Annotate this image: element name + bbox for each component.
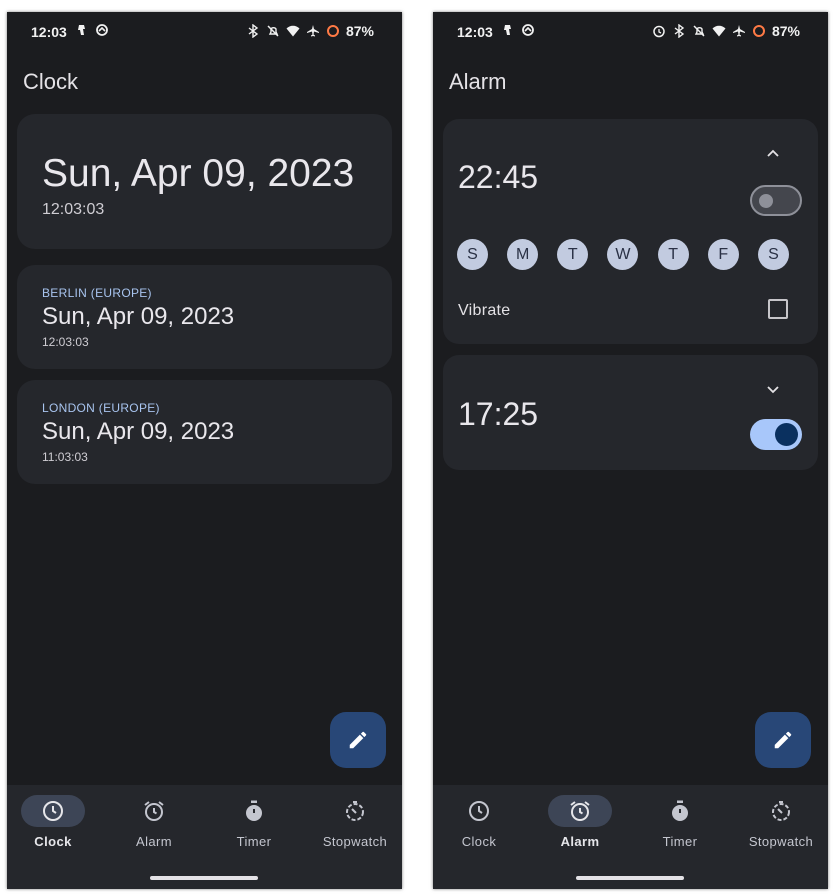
chevron-down-icon[interactable] <box>763 379 783 399</box>
world-clock-date: Sun, Apr 09, 2023 <box>42 303 235 330</box>
nav-item-timer[interactable]: Timer <box>630 795 730 855</box>
status-bar: 12:03 87% <box>433 12 828 50</box>
status-time: 12:03 <box>457 24 493 40</box>
page-title: Clock <box>23 69 79 94</box>
clock-icon <box>43 801 63 821</box>
day-button-sunday[interactable]: S <box>457 239 488 270</box>
nav-label: Stopwatch <box>748 834 814 849</box>
toggle-knob <box>775 423 798 446</box>
world-clock-card[interactable]: LONDON (EUROPE) Sun, Apr 09, 2023 11:03:… <box>17 380 392 484</box>
edit-icon <box>349 731 367 749</box>
vibrate-label: Vibrate <box>458 302 511 319</box>
mute-icon <box>267 25 279 37</box>
mute-icon <box>693 25 705 37</box>
world-clock-card[interactable]: BERLIN (EUROPE) Sun, Apr 09, 2023 12:03:… <box>17 265 392 369</box>
bottom-navigation: Clock Alarm Timer Stopwatch <box>7 785 402 889</box>
world-clock-date: Sun, Apr 09, 2023 <box>42 418 235 445</box>
alarm-time[interactable]: 22:45 <box>458 159 538 196</box>
day-button-friday[interactable]: F <box>707 239 739 270</box>
bottom-navigation: Clock Alarm Timer Stopwatch <box>433 785 828 889</box>
sync-icon <box>96 24 108 36</box>
nav-item-alarm[interactable]: Alarm <box>104 795 204 855</box>
stopwatch-icon <box>346 801 364 821</box>
nav-item-alarm[interactable]: Alarm <box>530 795 630 855</box>
world-clock-city: LONDON (EUROPE) <box>42 401 160 415</box>
main-clock-date: Sun, Apr 09, 2023 <box>42 152 355 195</box>
status-time: 12:03 <box>31 24 67 40</box>
status-bar: 12:03 87% <box>7 12 402 50</box>
nav-item-stopwatch[interactable]: Stopwatch <box>731 795 828 855</box>
world-clock-time: 12:03:03 <box>42 335 89 349</box>
home-indicator[interactable] <box>576 876 684 880</box>
edit-fab-button[interactable] <box>755 712 811 768</box>
nav-label: Clock <box>461 834 497 849</box>
alarm-icon <box>570 801 590 821</box>
nav-label: Alarm <box>560 834 600 849</box>
alarm-toggle[interactable] <box>750 419 802 450</box>
home-indicator[interactable] <box>150 876 258 880</box>
alarm-card[interactable]: 17:25 <box>443 355 818 470</box>
nav-label: Timer <box>236 834 272 849</box>
sync-icon <box>522 24 534 36</box>
toggle-knob <box>759 194 773 208</box>
main-clock-time: 12:03:03 <box>42 201 105 218</box>
battery-icon <box>752 25 765 37</box>
main-clock-card: Sun, Apr 09, 2023 12:03:03 <box>17 114 392 249</box>
nav-item-clock[interactable]: Clock <box>7 795 103 855</box>
airplane-icon <box>306 25 319 37</box>
nav-label: Timer <box>662 834 698 849</box>
alarm-time[interactable]: 17:25 <box>458 396 538 433</box>
day-button-wednesday[interactable]: W <box>607 239 639 270</box>
bluetooth-icon <box>674 24 685 38</box>
world-clock-time: 11:03:03 <box>42 450 88 464</box>
nav-label: Alarm <box>136 834 172 849</box>
edit-fab-button[interactable] <box>330 712 386 768</box>
alarm-screen: 12:03 87% Alarm 22:45 S M T W T F S Vibr… <box>433 12 828 889</box>
edit-icon <box>774 731 792 749</box>
day-button-saturday[interactable]: S <box>757 239 789 270</box>
stopwatch-icon <box>772 801 790 821</box>
clock-icon <box>469 801 489 821</box>
notification-icon <box>78 25 85 35</box>
page-title: Alarm <box>449 69 507 94</box>
alarm-status-icon <box>653 25 665 38</box>
day-button-tuesday[interactable]: T <box>557 239 589 270</box>
wifi-icon <box>286 25 300 37</box>
alarm-toggle[interactable] <box>750 185 802 216</box>
world-clock-city: BERLIN (EUROPE) <box>42 286 152 300</box>
alarm-card[interactable]: 22:45 S M T W T F S Vibrate <box>443 119 818 344</box>
day-button-thursday[interactable]: T <box>657 239 689 270</box>
nav-item-stopwatch[interactable]: Stopwatch <box>305 795 402 855</box>
day-button-monday[interactable]: M <box>507 239 539 270</box>
notification-icon <box>504 25 511 35</box>
battery-percent: 87% <box>345 23 374 39</box>
airplane-icon <box>732 25 745 37</box>
battery-icon <box>326 25 339 37</box>
timer-icon <box>672 800 688 821</box>
alarm-icon <box>144 801 164 821</box>
battery-percent: 87% <box>771 23 800 39</box>
nav-label: Stopwatch <box>322 834 388 849</box>
wifi-icon <box>712 25 726 37</box>
timer-icon <box>246 800 262 821</box>
nav-label: Clock <box>34 834 72 849</box>
repeat-days: S M T W T F S <box>457 239 789 270</box>
nav-item-timer[interactable]: Timer <box>204 795 304 855</box>
nav-item-clock[interactable]: Clock <box>433 795 529 855</box>
chevron-up-icon[interactable] <box>763 143 783 163</box>
vibrate-checkbox[interactable] <box>768 299 788 319</box>
bluetooth-icon <box>248 24 259 38</box>
clock-screen: 12:03 87% Clock Sun, Apr 09, 2023 12:03:… <box>7 12 402 889</box>
